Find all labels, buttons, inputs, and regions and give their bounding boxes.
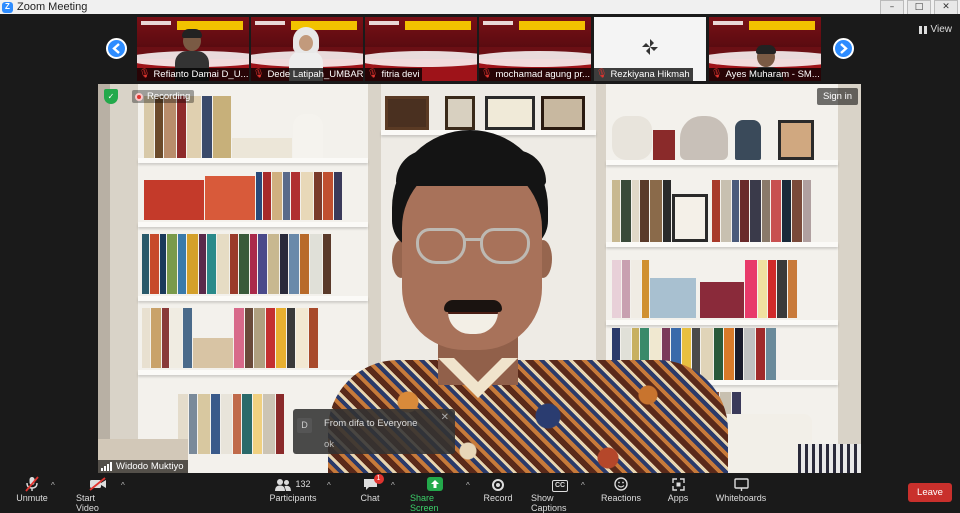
mic-muted-icon: 🎙 — [711, 69, 723, 79]
mic-muted-icon: 🎙 — [481, 69, 493, 79]
grid-view-icon — [918, 25, 927, 34]
sign-in-button[interactable]: Sign in — [816, 88, 858, 105]
window-controls: – □ ✕ — [877, 0, 958, 15]
participants-button[interactable]: 132 Participants — [269, 475, 317, 503]
video-off-icon — [89, 475, 107, 493]
maximize-button[interactable]: □ — [907, 0, 931, 15]
mic-muted-icon: 🎙 — [367, 69, 379, 79]
meeting-toolbar: Unmute ^ Start Video ^ 132 Participants … — [0, 473, 960, 513]
reactions-icon — [614, 475, 628, 493]
participant-name-tag: 🎙 fitria devi — [365, 68, 423, 81]
audio-options-caret[interactable]: ^ — [51, 481, 55, 490]
apps-button[interactable]: Apps — [667, 475, 689, 503]
participant-thumbnail[interactable]: 🎙 Ayes Muharam - SM... — [709, 17, 821, 81]
chat-sender-avatar: D — [297, 418, 312, 433]
mic-muted-icon: 🎙 — [253, 69, 265, 79]
participant-thumbnail[interactable]: 🎙 Rezkiyana Hikmah — [594, 17, 706, 81]
window-title: Zoom Meeting — [17, 1, 88, 13]
chat-message: ok — [324, 439, 335, 450]
gallery-next-button[interactable] — [833, 38, 854, 59]
share-screen-button[interactable]: Share Screen — [410, 475, 460, 513]
zoom-logo-icon: Z — [2, 1, 13, 13]
video-options-caret[interactable]: ^ — [121, 481, 125, 490]
record-icon — [492, 475, 504, 493]
leave-button[interactable]: Leave — [908, 483, 952, 502]
view-button[interactable]: View — [918, 24, 952, 35]
participants-options-caret[interactable]: ^ — [327, 481, 331, 490]
gallery-strip: 🎙 Refianto Damai D_U... 🎙 Dede Latipah_U… — [0, 14, 960, 84]
chat-button[interactable]: 1 Chat — [359, 474, 384, 503]
chat-unread-badge: 1 — [373, 474, 384, 484]
start-video-button[interactable]: Start Video — [76, 475, 120, 513]
encryption-shield-icon[interactable]: ✓ — [104, 89, 118, 104]
record-button[interactable]: Record — [484, 475, 513, 503]
close-button[interactable]: ✕ — [934, 0, 958, 15]
chat-options-caret[interactable]: ^ — [391, 481, 395, 490]
participant-name-tag: 🎙 Refianto Damai D_U... — [137, 68, 249, 81]
chat-icon: 1 — [363, 474, 384, 493]
whiteboards-button[interactable]: Whiteboards — [716, 475, 766, 503]
title-bar: Z Zoom Meeting – □ ✕ — [0, 0, 960, 15]
participant-thumbnail[interactable]: 🎙 fitria devi — [365, 17, 477, 81]
reactions-button[interactable]: Reactions — [601, 475, 641, 503]
speaker-name-tag: Widodo Muktiyo — [98, 460, 188, 473]
participant-name-tag: 🎙 Dede Latipah_UMBARA — [251, 68, 363, 81]
signal-strength-icon — [101, 462, 113, 471]
captions-icon: CC — [551, 475, 569, 493]
glasses — [416, 228, 532, 268]
participants-icon: 132 — [275, 475, 311, 493]
close-notification-icon[interactable]: ✕ — [441, 412, 449, 423]
participant-name-tag: 🎙 mochamad agung pr... — [479, 68, 591, 81]
whiteboard-icon — [733, 475, 749, 493]
chat-sender: From difa to Everyone — [324, 418, 418, 429]
participants-count: 132 — [295, 479, 311, 489]
gallery-prev-button[interactable] — [106, 38, 127, 59]
mic-muted-icon: 🎙 — [139, 69, 151, 79]
unmute-button[interactable]: Unmute — [16, 475, 48, 503]
recording-indicator: ✓ Recording — [104, 89, 195, 104]
apps-icon — [671, 475, 685, 493]
chevron-right-icon — [840, 43, 848, 54]
pinwheel-icon — [642, 39, 658, 55]
active-speaker-video[interactable]: ✓ Recording Sign in Widodo Muktiyo — [98, 84, 861, 473]
minimize-button[interactable]: – — [880, 0, 904, 15]
share-screen-icon — [427, 477, 443, 491]
participant-thumbnail[interactable]: 🎙 mochamad agung pr... — [479, 17, 591, 81]
chevron-left-icon — [112, 43, 120, 54]
recording-dot-icon — [135, 92, 143, 101]
participant-name-tag: 🎙 Ayes Muharam - SM... — [709, 68, 821, 81]
participant-thumbnail[interactable]: 🎙 Dede Latipah_UMBARA — [251, 17, 363, 81]
mic-muted-icon — [25, 475, 39, 493]
participant-name-tag: 🎙 Rezkiyana Hikmah — [594, 68, 693, 81]
captions-options-caret[interactable]: ^ — [581, 481, 585, 490]
share-options-caret[interactable]: ^ — [466, 481, 470, 490]
mic-muted-icon: 🎙 — [596, 69, 608, 79]
participant-thumbnail[interactable]: 🎙 Refianto Damai D_U... — [137, 17, 249, 81]
chat-notification[interactable]: D From difa to Everyone ok ✕ — [293, 409, 455, 454]
